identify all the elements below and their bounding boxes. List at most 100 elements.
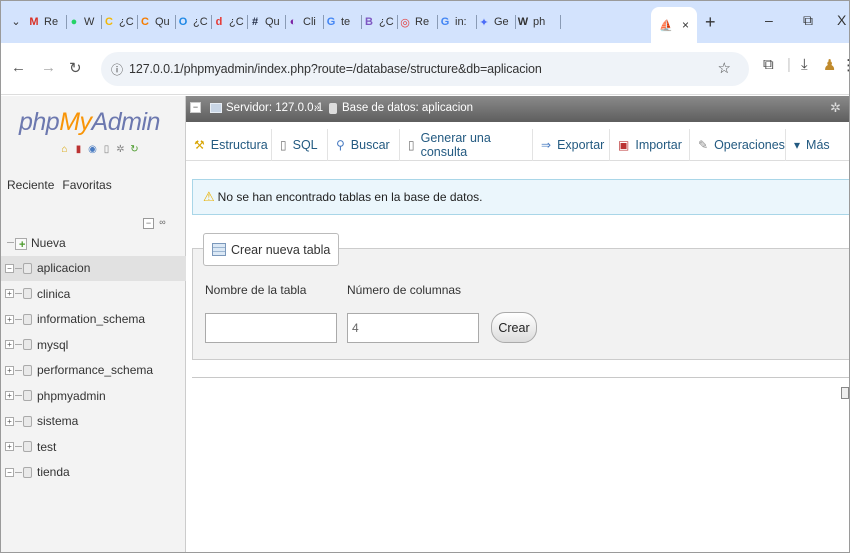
database-tree: Nueva − aplicacion + clinica + information_sc… [1,230,186,485]
table-name-input[interactable] [205,313,337,343]
expand-icon[interactable]: + [5,289,14,299]
sidebar-item-label: phpmyadmin [37,388,106,403]
tab-estructura-label: Estructura [210,138,268,152]
expand-icon[interactable]: + [5,314,14,324]
back-arrow-icon[interactable]: ← [11,59,26,76]
restore-button[interactable]: ⧉ [803,12,813,29]
browser-tab-label: ph [533,16,546,28]
extensions-icon[interactable]: ⧉ [763,56,774,73]
sidebar-item-sistema[interactable]: + sistema [1,409,186,435]
browser-tab-label: te [341,16,351,28]
browser-tab[interactable]: C ¿C [102,9,138,35]
close-window-button[interactable]: X [837,12,846,28]
tab-search-icon[interactable]: ⌄ [7,13,25,31]
reload-nav-icon[interactable]: ↻ [129,144,140,155]
phpmyadmin-logo[interactable]: phpMyAdmin [19,108,160,137]
tab-generar-consulta[interactable]: ▯ Generar una consulta [400,129,533,161]
sidebar-item-mysql[interactable]: + mysql [1,332,186,358]
tab-recent[interactable]: Reciente [5,176,56,194]
profile-avatar[interactable]: ♟ [823,56,836,74]
bookmark-star-icon[interactable]: ☆ [718,59,731,77]
browser-tab[interactable]: B ¿C [362,9,398,35]
settings-gear-icon[interactable]: ✲ [115,144,126,155]
browser-tab[interactable]: ◎ Re [398,9,438,35]
tab-exportar[interactable]: ⇒ Exportar [533,129,610,161]
browser-tab[interactable]: # Qu [248,9,286,35]
browser-tab[interactable]: Gte [324,9,362,35]
tab-mas[interactable]: ▾ Más [786,129,838,161]
address-bar[interactable]: ⓘ 127.0.0.1/phpmyadmin/index.php?route=/… [101,52,749,86]
browser-tab-label: Re [44,16,59,28]
sidebar-item-phpmyadmin[interactable]: + phpmyadmin [1,383,186,409]
create-button[interactable]: Crear [491,312,537,343]
browser-tab[interactable]: C Qu [138,9,176,35]
database-icon [23,466,32,478]
docs-icon[interactable]: ◉ [87,144,98,155]
sidebar-item-label: aplicacion [37,261,91,276]
site-info-icon[interactable]: ⓘ [111,61,123,78]
url-text[interactable]: 127.0.0.1/phpmyadmin/index.php?route=/da… [129,62,542,76]
sidebar-item-test[interactable]: + test [1,434,186,460]
tree-controls: − ∞ [143,218,168,229]
browser-tab[interactable]: M Re [27,9,67,35]
expand-icon[interactable]: − [5,263,14,273]
settings-gear-icon[interactable]: ✲ [830,100,841,116]
database-icon [23,288,32,300]
sidebar-item-tienda[interactable]: − tienda [1,460,186,486]
browser-tab[interactable]: d ¿C [212,9,248,35]
tab-active[interactable]: ⛵ × [651,7,697,43]
kebab-menu-icon[interactable]: ⋮ [841,56,849,74]
tab-hash-icon: # [251,16,259,28]
expand-icon[interactable]: + [5,416,14,426]
browser-tab[interactable]: ● W [67,9,102,35]
expand-icon[interactable]: + [5,340,14,350]
browser-tab-label: ¿C [193,16,208,28]
browser-tab[interactable]: Wph [516,9,561,35]
download-icon[interactable]: ⤓ [801,56,808,73]
tab-estructura[interactable]: ⚒ Estructura [186,129,272,161]
tab-buscar[interactable]: ⚲ Buscar [328,129,400,161]
column-count-input[interactable]: 4 [347,313,479,343]
tab-c2-icon: O [178,16,188,28]
browser-tab[interactable]: ◐ Cli [286,9,324,35]
collapse-nav-icon[interactable]: − [190,102,201,113]
browser-tab[interactable]: O ¿C [176,9,212,35]
browser-tab-label: ¿C [119,16,134,28]
logout-icon[interactable]: ▮ [73,144,84,155]
tab-importar[interactable]: ▣ Importar [610,129,690,161]
home-icon[interactable]: ⌂ [59,144,70,155]
tab-sql[interactable]: ▯ SQL [272,129,328,161]
wikipedia-icon: W [517,16,529,28]
expand-icon[interactable]: + [5,365,14,375]
browser-tab[interactable]: Gin: [438,9,477,35]
quick-links: ⌂ ▮ ◉ ▯ ✲ ↻ [59,144,140,155]
console-toggle-icon[interactable] [841,387,849,399]
minimize-button[interactable]: – [765,12,773,28]
tree-line [15,267,22,269]
warning-icon: ⚠ [203,189,215,204]
collapse-all-icon[interactable]: − [143,218,154,229]
tab-operaciones[interactable]: ✎ Operaciones [690,129,786,161]
create-table-legend: Crear nueva tabla [203,233,340,266]
sidebar-item-information-schema[interactable]: + information_schema [1,307,186,333]
browser-tab-label: ¿C [229,16,244,28]
browser-tab[interactable]: ✦ Ge [477,9,516,35]
reload-icon[interactable]: ↻ [69,59,82,77]
sidebar-item-performance-schema[interactable]: + performance_schema [1,358,186,384]
forward-arrow-icon[interactable]: → [41,59,56,76]
expand-icon[interactable]: − [5,467,14,477]
sql-docs-icon[interactable]: ▯ [101,144,112,155]
breadcrumb-database[interactable]: Base de datos: aplicacion [342,102,473,114]
tree-item-new[interactable]: Nueva [1,230,186,256]
sidebar-item-aplicacion[interactable]: − aplicacion [1,255,186,281]
sidebar-item-clinica[interactable]: + clinica [1,281,186,307]
expand-icon[interactable]: + [5,391,14,401]
link-chain-icon[interactable]: ∞ [157,218,168,229]
tab-close-icon[interactable]: × [682,18,689,32]
tab-favorites[interactable]: Favoritas [60,176,113,194]
browser-tab-label: W [84,16,95,28]
expand-icon[interactable]: + [5,442,14,452]
new-tab-button[interactable]: + [705,12,716,33]
breadcrumb-server[interactable]: Servidor: 127.0.0.1 [226,102,323,114]
gmail-icon: M [29,16,39,28]
